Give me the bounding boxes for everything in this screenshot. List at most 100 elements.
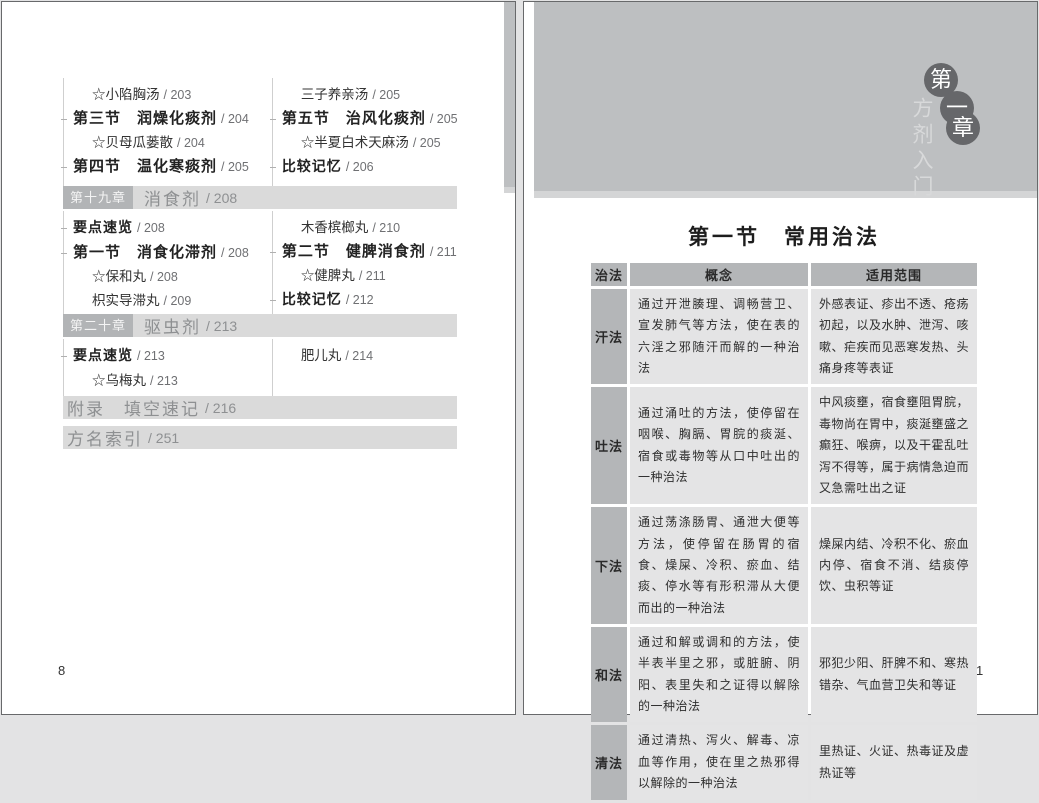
toc-entry-page: / 208: [137, 221, 165, 235]
col-header-scope: 适用范围: [811, 263, 977, 286]
scope-cell: 外感表证、疹出不透、疮疡初起，以及水肿、泄泻、咳嗽、疟疾而见恶寒发热、头痛身疼等…: [811, 289, 977, 384]
method-cell: 清法: [591, 725, 627, 799]
toc-entry-page: / 203: [164, 88, 192, 102]
toc-entry-title: 第二节 健脾消食剂: [282, 244, 426, 260]
toc-entry-title: ☆健脾丸: [301, 268, 355, 283]
toc-entry-title: 第三节 润燥化痰剂: [73, 111, 217, 127]
toc-column-right: 肥儿丸/ 214: [272, 339, 457, 399]
toc-entry-page: / 208: [221, 246, 249, 260]
toc-column-left: 要点速览 / 213 ☆乌梅丸 / 213: [63, 339, 272, 399]
toc-entry-page: / 209: [164, 294, 192, 308]
chapter-page: / 208: [206, 190, 237, 206]
page-number-left: 8: [58, 663, 65, 678]
method-cell: 下法: [591, 507, 627, 624]
table-row: 吐法 通过涌吐的方法，使停留在咽喉、胸膈、胃脘的痰涎、宿食或毒物等从口中吐出的一…: [591, 387, 977, 504]
toc-entry: 枳实导滞丸 / 209: [64, 289, 272, 313]
chapter-number-badge: 第二十章: [63, 314, 133, 337]
toc-entry: 要点速览 / 208: [64, 216, 272, 241]
toc-entry-title: 要点速览: [73, 221, 133, 236]
toc-entry-page: / 206: [346, 160, 374, 174]
toc-entry-page: / 213: [150, 374, 178, 388]
index-bar: 方名索引 / 251: [63, 426, 457, 449]
toc-entry-page: / 213: [137, 349, 165, 363]
toc-entry-page: / 211: [359, 269, 386, 283]
toc-entry-page: / 214: [345, 349, 373, 363]
method-cell: 吐法: [591, 387, 627, 504]
toc-entry-page: / 211: [430, 245, 457, 259]
toc-entry-title: 第五节 治风化痰剂: [282, 111, 426, 127]
table-header-row: 治法 概念 适用范围: [591, 263, 977, 286]
appendix-bar: 附录 填空速记 / 216: [63, 396, 457, 419]
toc-entry-title: ☆乌梅丸: [92, 373, 146, 388]
toc-entry: ☆贝母瓜蒌散/ 204: [64, 131, 272, 155]
toc-entry-page: / 205: [221, 160, 249, 174]
table-row: 汗法 通过开泄腠理、调畅营卫、宣发肺气等方法，使在表的六淫之邪随汗而解的一种治法…: [591, 289, 977, 384]
toc-column-left: ☆小陷胸汤/ 203 第三节 润燥化痰剂 / 204 ☆贝母瓜蒌散/ 204 第四…: [63, 78, 272, 186]
chapter-page: / 213: [206, 318, 237, 334]
toc-entry-title: 三子养亲汤: [301, 87, 369, 102]
toc-page: ☆小陷胸汤/ 203 第三节 润燥化痰剂 / 204 ☆贝母瓜蒌散/ 204 第四…: [1, 1, 516, 715]
toc-entry: 第二节 健脾消食剂 / 211: [273, 240, 457, 264]
table-row: 清法 通过清热、泻火、解毒、凉血等作用，使在里之热邪得以解除的一种治法 里热证、…: [591, 725, 977, 799]
toc-entry-title: 第四节 温化寒痰剂: [73, 159, 217, 175]
chapter-bar-19: 第十九章 消食剂 / 208: [63, 186, 457, 209]
chapter-subtitle-vertical: 方剂入门: [907, 97, 937, 201]
toc-entry-title: 枳实导滞丸: [92, 293, 160, 308]
chapter-title: 消食剂: [144, 185, 201, 210]
toc-block-ch19: 要点速览 / 208 第一节 消食化滞剂 / 208 ☆保和丸/ 208 枳实导滞丸…: [63, 211, 457, 319]
toc-entry-title: 第一节 消食化滞剂: [73, 245, 217, 261]
scope-cell: 中风痰壅，宿食壅阻胃脘，毒物尚在胃中，痰涎壅盛之癫狂、喉痹，以及干霍乱吐泻不得等…: [811, 387, 977, 504]
method-cell: 汗法: [591, 289, 627, 384]
toc-entry: 木香槟榔丸/ 210: [273, 216, 457, 240]
toc-entry: ☆乌梅丸 / 213: [64, 369, 272, 393]
concept-cell: 通过涌吐的方法，使停留在咽喉、胸膈、胃脘的痰涎、宿食或毒物等从口中吐出的一种治法: [630, 387, 808, 504]
toc-entry-page: / 212: [346, 293, 374, 307]
toc-entry-page: / 205: [430, 112, 458, 126]
toc-entry: ☆健脾丸 / 211: [273, 264, 457, 288]
table-row: 下法 通过荡涤肠胃、通泄大便等方法，使停留在肠胃的宿食、燥屎、冷积、瘀血、结痰、…: [591, 507, 977, 624]
chapter-opener-page: 方剂入门 第 一 章 第一节 常用治法 治法 概念 适用范围 汗法 通过开泄腠理…: [523, 1, 1038, 715]
toc-entry: 第三节 润燥化痰剂 / 204: [64, 107, 272, 131]
appendix-title: 附录 填空速记: [67, 395, 200, 420]
toc-entry-page: / 210: [372, 221, 400, 235]
toc-entry-title: ☆半夏白术天麻汤: [301, 135, 409, 150]
col-header-concept: 概念: [630, 263, 808, 286]
toc-entry: ☆保和丸/ 208: [64, 265, 272, 289]
toc-block-ch20: 要点速览 / 213 ☆乌梅丸 / 213 肥儿丸/ 214: [63, 339, 457, 399]
toc-entry-title: 比较记忆: [282, 160, 342, 175]
index-page: / 251: [148, 430, 179, 446]
toc-entry-page: / 204: [221, 112, 249, 126]
method-cell: 和法: [591, 627, 627, 722]
concept-cell: 通过荡涤肠胃、通泄大便等方法，使停留在肠胃的宿食、燥屎、冷积、瘀血、结痰、停水等…: [630, 507, 808, 624]
toc-entry-page: / 205: [372, 88, 400, 102]
toc-entry: 第四节 温化寒痰剂 / 205: [64, 155, 272, 179]
scope-cell: 燥屎内结、冷积不化、瘀血内停、宿食不消、结痰停饮、虫积等证: [811, 507, 977, 624]
toc-entry: 第五节 治风化痰剂 / 205: [273, 107, 457, 131]
page-number-right: 1: [976, 663, 983, 678]
scope-cell: 里热证、火证、热毒证及虚热证等: [811, 725, 977, 799]
toc-entry-title: ☆贝母瓜蒌散: [92, 135, 173, 150]
toc-entry-title: 要点速览: [73, 349, 133, 364]
toc-entry: ☆小陷胸汤/ 203: [64, 83, 272, 107]
col-header-method: 治法: [591, 263, 627, 286]
toc-entry-page: / 208: [150, 270, 178, 284]
toc-entry: 要点速览 / 213: [64, 344, 272, 369]
table-row: 和法 通过和解或调和的方法，使半表半里之邪，或脏腑、阴阳、表里失和之证得以解除的…: [591, 627, 977, 722]
treatment-methods-table: 治法 概念 适用范围 汗法 通过开泄腠理、调畅营卫、宣发肺气等方法，使在表的六淫…: [588, 260, 980, 803]
chapter-title: 驱虫剂: [144, 313, 201, 338]
toc-entry: 比较记忆/ 212: [273, 288, 457, 313]
toc-column-right: 木香槟榔丸/ 210 第二节 健脾消食剂 / 211 ☆健脾丸 / 211 比较记忆…: [272, 211, 457, 319]
section-title: 第一节 常用治法: [588, 221, 980, 251]
banner-bleed-strip: [504, 2, 515, 187]
appendix-page: / 216: [205, 400, 236, 416]
chapter-number-badge: 第十九章: [63, 186, 133, 209]
scope-cell: 邪犯少阳、肝脾不和、寒热错杂、气血营卫失和等证: [811, 627, 977, 722]
chapter-bar-20: 第二十章 驱虫剂 / 213: [63, 314, 457, 337]
toc-entry: 比较记忆 / 206: [273, 155, 457, 180]
toc-entry: 第一节 消食化滞剂 / 208: [64, 241, 272, 265]
index-title: 方名索引: [67, 425, 143, 450]
toc-entry-title: 木香槟榔丸: [301, 220, 369, 235]
toc-entry: ☆半夏白术天麻汤/ 205: [273, 131, 457, 155]
chapter-banner-edge: [534, 191, 1037, 198]
toc-column-right: 三子养亲汤/ 205 第五节 治风化痰剂/ 205 ☆半夏白术天麻汤/ 205 …: [272, 78, 457, 186]
